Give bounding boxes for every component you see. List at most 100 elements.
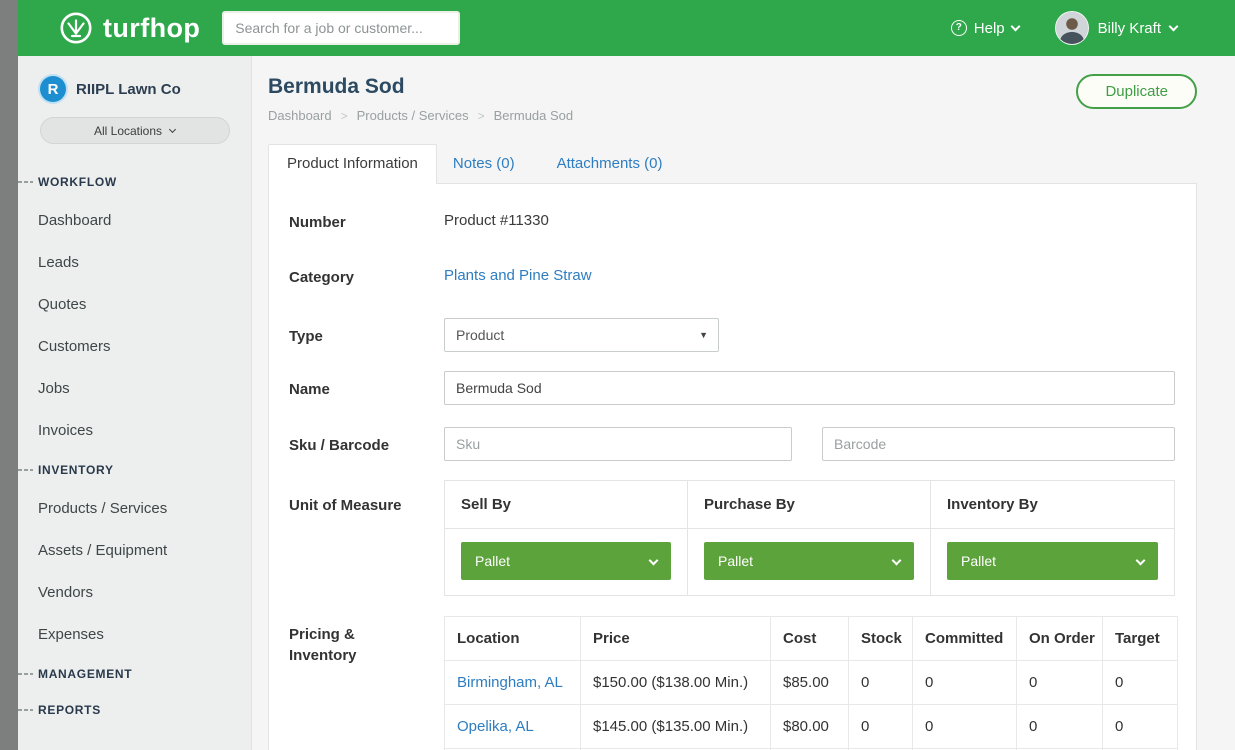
inventory-by-dropdown[interactable]: Pallet [947,542,1158,580]
col-location: Location [445,617,581,661]
breadcrumb-dashboard[interactable]: Dashboard [268,108,332,123]
location-filter-dropdown[interactable]: All Locations [40,117,230,144]
location-link[interactable]: Opelika, AL [445,705,581,749]
target-cell: 0 [1103,705,1178,749]
unit-of-measure-label: Unit of Measure [289,480,444,596]
sidebar-item-customers[interactable]: Customers [18,326,251,368]
category-link[interactable]: Plants and Pine Straw [444,267,592,284]
sku-barcode-row: Sku / Barcode [289,427,1175,461]
purchase-by-value: Pallet [718,553,753,569]
main-content: Bermuda Sod Dashboard > Products / Servi… [252,56,1235,750]
inventory-by-value: Pallet [961,553,996,569]
tab-attachments[interactable]: Attachments (0) [541,145,689,183]
purchase-by-dropdown[interactable]: Pallet [704,542,914,580]
uom-header-sell-by: Sell By [445,481,688,529]
section-dashes-icon [18,181,33,183]
on-order-cell: 0 [1017,661,1103,705]
section-dashes-icon [18,709,33,711]
nav-section-reports[interactable]: REPORTS [18,692,251,728]
breadcrumb-products-services[interactable]: Products / Services [357,108,469,123]
section-dashes-icon [18,673,33,675]
app-root: turfhop ? Help Billy Kraft [0,0,1235,750]
nav-section-management[interactable]: MANAGEMENT [18,656,251,692]
sidebar-item-expenses[interactable]: Expenses [18,614,251,656]
avatar [1055,11,1089,45]
sprinkler-logo-icon [58,10,94,46]
tab-product-information[interactable]: Product Information [268,144,437,184]
type-select-value: Product [456,327,504,343]
sell-by-dropdown[interactable]: Pallet [461,542,671,580]
on-order-cell: 0 [1017,705,1103,749]
tab-notes[interactable]: Notes (0) [437,145,541,183]
col-stock: Stock [849,617,913,661]
product-information-panel: Number Product #11330 Category Plants an… [268,183,1197,750]
global-search-input[interactable] [222,11,460,45]
table-row-birmingham: Birmingham, AL $150.00 ($138.00 Min.) $8… [445,661,1178,705]
page-header: Bermuda Sod Dashboard > Products / Servi… [252,56,1235,123]
type-select[interactable]: Product ▼ [444,318,719,352]
chevron-down-icon [1136,555,1146,565]
pricing-table: Location Price Cost Stock Committed On O… [444,616,1178,750]
cost-cell: $85.00 [771,661,849,705]
tab-bar: Product Information Notes (0) Attachment… [268,144,1197,183]
location-link[interactable]: Birmingham, AL [445,661,581,705]
chevron-down-icon [649,555,659,565]
sidebar-item-assets-equipment[interactable]: Assets / Equipment [18,530,251,572]
nav-section-label: INVENTORY [38,463,114,477]
sidebar-item-vendors[interactable]: Vendors [18,572,251,614]
breadcrumb: Dashboard > Products / Services > Bermud… [268,108,1197,123]
company-name: RIIPL Lawn Co [76,81,181,98]
unit-of-measure-row: Unit of Measure Sell By Purchase By Inve… [289,480,1175,596]
company-badge: R [40,76,66,102]
type-row: Type Product ▼ [289,318,1175,352]
barcode-input[interactable] [822,427,1175,461]
number-value: Product #11330 [444,212,1175,233]
sidebar-item-dashboard[interactable]: Dashboard [18,200,251,242]
price-cell: $145.00 ($135.00 Min.) [581,705,771,749]
page-title: Bermuda Sod [268,75,1197,99]
name-row: Name [289,371,1175,405]
chevron-down-icon [1010,21,1020,31]
brand-wordmark: turfhop [103,13,200,44]
stock-cell: 0 [849,705,913,749]
nav-section-workflow[interactable]: WORKFLOW [18,164,251,200]
pricing-inventory-row: Pricing & Inventory Location Price Cost [289,616,1175,750]
uom-header-purchase-by: Purchase By [688,481,931,529]
col-committed: Committed [913,617,1017,661]
number-label: Number [289,212,444,233]
name-input[interactable] [444,371,1175,405]
sku-barcode-label: Sku / Barcode [289,427,444,461]
nav-section-label: MANAGEMENT [38,667,132,681]
type-label: Type [289,318,444,352]
sidebar-item-quotes[interactable]: Quotes [18,284,251,326]
committed-cell: 0 [913,661,1017,705]
brand-logo[interactable]: turfhop [58,10,200,46]
cost-cell: $80.00 [771,705,849,749]
user-menu[interactable]: Billy Kraft [1055,11,1177,45]
top-bar-right: ? Help Billy Kraft [951,11,1235,45]
breadcrumb-separator: > [478,109,485,123]
category-label: Category [289,267,444,288]
nav-section-inventory[interactable]: INVENTORY [18,452,251,488]
sidebar-item-invoices[interactable]: Invoices [18,410,251,452]
help-menu[interactable]: ? Help [951,20,1019,37]
sidebar-item-leads[interactable]: Leads [18,242,251,284]
sell-by-value: Pallet [475,553,510,569]
stock-cell: 0 [849,661,913,705]
duplicate-button[interactable]: Duplicate [1076,74,1197,109]
question-circle-icon: ? [951,20,967,36]
col-price: Price [581,617,771,661]
company-header: R RIIPL Lawn Co [18,56,251,102]
table-row-opelika: Opelika, AL $145.00 ($135.00 Min.) $80.0… [445,705,1178,749]
sidebar-item-products-services[interactable]: Products / Services [18,488,251,530]
location-filter-label: All Locations [94,124,162,138]
col-cost: Cost [771,617,849,661]
sidebar-nav: WORKFLOW Dashboard Leads Quotes Customer… [18,164,251,728]
category-row: Category Plants and Pine Straw [289,267,1175,288]
sku-input[interactable] [444,427,792,461]
unit-of-measure-grid: Sell By Purchase By Inventory By Pallet … [444,480,1175,596]
help-label: Help [974,20,1005,37]
committed-cell: 0 [913,705,1017,749]
col-target: Target [1103,617,1178,661]
sidebar-item-jobs[interactable]: Jobs [18,368,251,410]
